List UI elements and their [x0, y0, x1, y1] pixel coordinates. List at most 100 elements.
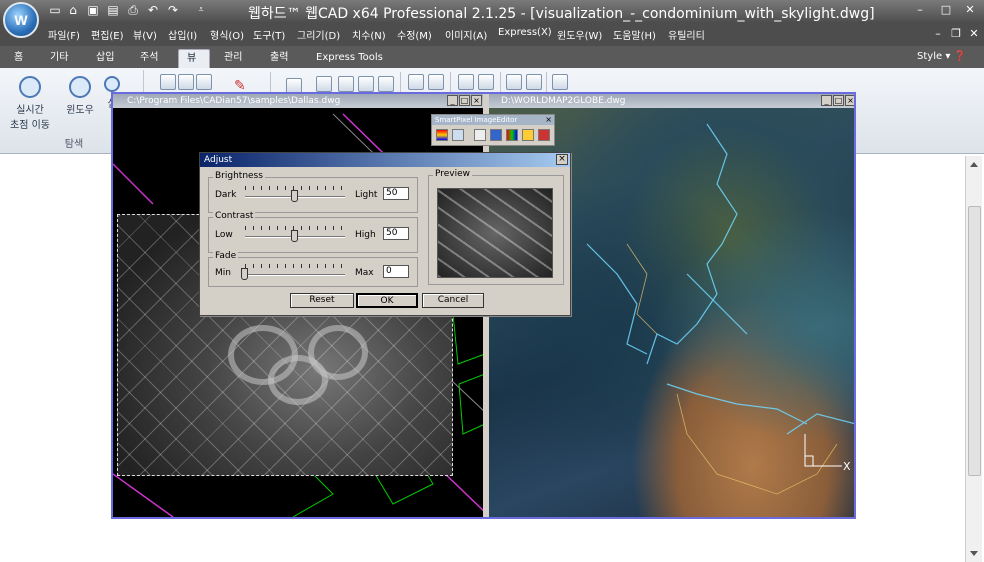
contrast-min-label: Low — [215, 230, 233, 240]
menu-express[interactable]: Express(X) — [498, 27, 552, 38]
preview-label: Preview — [433, 169, 473, 179]
tab-view[interactable]: 뷰 — [178, 49, 210, 68]
scroll-thumb[interactable] — [968, 206, 981, 476]
brightness-value-field[interactable]: 50 — [383, 187, 409, 200]
ucs-tool-3-icon[interactable] — [338, 76, 354, 92]
document-right-titlebar[interactable]: D:\WORLDMAP2GLOBE.dwg _ □ × — [487, 94, 854, 108]
tab-insert[interactable]: 삽입 — [88, 49, 122, 68]
doc-restore-icon[interactable]: ❐ — [948, 27, 964, 41]
document-left-titlebar[interactable]: C:\Program Files\CADian57\samples\Dallas… — [113, 94, 483, 108]
doc-minimize-icon[interactable]: – — [930, 27, 946, 41]
save-icon[interactable]: ▣ — [86, 4, 100, 17]
tab-manage[interactable]: 관리 — [216, 49, 250, 68]
new-file-icon[interactable]: ▭ — [48, 4, 62, 17]
image-tool-icon[interactable] — [490, 129, 502, 141]
crop-icon[interactable] — [522, 129, 534, 141]
adjust-image-icon[interactable] — [452, 129, 464, 141]
realtime-zoom-label-1: 실시간 — [16, 105, 44, 116]
maximize-icon[interactable]: □ — [938, 3, 954, 17]
viewport-tool-2-icon[interactable] — [428, 74, 444, 90]
menu-format[interactable]: 형식(O) — [210, 27, 244, 42]
doc-close-icon[interactable]: ✕ — [966, 27, 982, 41]
help-icon[interactable]: ❓ — [954, 51, 966, 62]
redo-icon[interactable]: ↷ — [166, 4, 180, 17]
color-balance-icon[interactable] — [506, 129, 518, 141]
smartpixel-toolbar[interactable]: SmartPixel ImageEditor × — [431, 114, 555, 146]
vertical-scrollbar[interactable] — [965, 156, 982, 562]
minimize-icon[interactable]: – — [912, 3, 928, 17]
reset-button[interactable]: Reset — [290, 293, 354, 308]
open-folder-icon[interactable]: ⌂ — [66, 4, 80, 17]
view-tool-1-icon[interactable] — [160, 74, 176, 90]
app-menu-button[interactable]: W — [3, 2, 39, 38]
doc-right-minimize-icon[interactable]: _ — [821, 95, 832, 106]
menu-tools[interactable]: 도구(T) — [253, 27, 285, 42]
close-icon[interactable]: ✕ — [962, 3, 978, 17]
menu-window[interactable]: 윈도우(W) — [557, 27, 602, 42]
fade-value-field[interactable]: 0 — [383, 265, 409, 278]
cancel-button[interactable]: Cancel — [422, 293, 484, 308]
fade-label: Fade — [213, 251, 239, 261]
palette-tool-2-icon[interactable] — [478, 74, 494, 90]
window-arrange-icon[interactable] — [552, 74, 568, 90]
dimension-tool-icon[interactable] — [526, 74, 542, 90]
brightness-slider-thumb[interactable] — [291, 190, 298, 202]
doc-left-minimize-icon[interactable]: _ — [447, 95, 458, 106]
style-menu[interactable]: Style ▾ ❓ — [917, 51, 966, 62]
realtime-zoom-button[interactable]: 실시간 초점 이동 — [10, 76, 50, 131]
menu-help[interactable]: 도움말(H) — [613, 27, 656, 42]
menu-insert[interactable]: 삽입(I) — [168, 27, 197, 42]
viewport-tool-1-icon[interactable] — [408, 74, 424, 90]
effect-icon[interactable] — [538, 129, 550, 141]
cloverleaf-road — [308, 325, 368, 380]
ucs-tool-4-icon[interactable] — [358, 76, 374, 92]
tab-express-tools[interactable]: Express Tools — [308, 49, 391, 68]
brightness-label: Brightness — [213, 171, 265, 181]
tab-home[interactable]: 홈 — [6, 49, 31, 68]
menu-modify[interactable]: 수정(M) — [397, 27, 432, 42]
doc-left-close-icon[interactable]: × — [471, 95, 482, 106]
menu-view[interactable]: 뷰(V) — [133, 27, 157, 42]
doc-right-close-icon[interactable]: × — [845, 95, 854, 106]
menu-dimension[interactable]: 치수(N) — [352, 27, 386, 42]
drawing-viewport[interactable]: C:\Program Files\CADian57\samples\Dallas… — [111, 92, 856, 519]
ucs-tool-2-icon[interactable] — [316, 76, 332, 92]
smartpixel-close-icon[interactable]: × — [545, 115, 552, 124]
scroll-down-icon[interactable] — [970, 551, 978, 556]
adjust-dialog-title: Adjust — [200, 153, 570, 167]
zoom-window-button[interactable]: 윈도우 — [60, 76, 100, 116]
doc-left-maximize-icon[interactable]: □ — [459, 95, 470, 106]
menu-draw[interactable]: 그리기(D) — [297, 27, 340, 42]
contrast-value-field[interactable]: 50 — [383, 227, 409, 240]
palette-icon[interactable] — [436, 129, 448, 141]
fade-slider-track[interactable] — [245, 274, 345, 276]
view-tool-2-icon[interactable] — [178, 74, 194, 90]
menu-file[interactable]: 파일(F) — [48, 27, 80, 42]
view-tool-3-icon[interactable] — [196, 74, 212, 90]
saveas-icon[interactable]: ▤ — [106, 4, 120, 17]
tab-other[interactable]: 기타 — [42, 49, 76, 68]
menu-edit[interactable]: 편집(E) — [91, 27, 124, 42]
svg-text:X: X — [843, 460, 851, 473]
style-menu-label: Style — [917, 51, 943, 62]
menu-utility[interactable]: 유틸리티 — [668, 27, 705, 42]
tab-annotate[interactable]: 주석 — [132, 49, 166, 68]
palette-tool-1-icon[interactable] — [458, 74, 474, 90]
text-tool-icon[interactable] — [506, 74, 522, 90]
adjust-close-icon[interactable]: × — [556, 154, 568, 165]
undo-icon[interactable]: ↶ — [146, 4, 160, 17]
doc-right-maximize-icon[interactable]: □ — [833, 95, 844, 106]
scroll-up-icon[interactable] — [970, 162, 978, 167]
ucs-tool-5-icon[interactable] — [378, 76, 394, 92]
fade-max-label: Max — [355, 268, 374, 278]
select-tool-icon[interactable] — [474, 129, 486, 141]
menu-image[interactable]: 이미지(A) — [445, 27, 487, 42]
ok-button[interactable]: OK — [356, 293, 418, 308]
tab-output[interactable]: 출력 — [262, 49, 296, 68]
contrast-slider-thumb[interactable] — [291, 230, 298, 242]
print-icon[interactable]: ⎙ — [126, 4, 140, 17]
window-title: 웹하드™ 웹CAD x64 Professional 2.1.25 - [vis… — [248, 6, 875, 22]
menu-bar: 파일(F) 편집(E) 뷰(V) 삽입(I) 형식(O) 도구(T) 그리기(D… — [0, 22, 984, 46]
fade-slider-thumb[interactable] — [241, 268, 248, 280]
quick-access-dropdown-icon[interactable]: ⩡ — [194, 4, 208, 17]
